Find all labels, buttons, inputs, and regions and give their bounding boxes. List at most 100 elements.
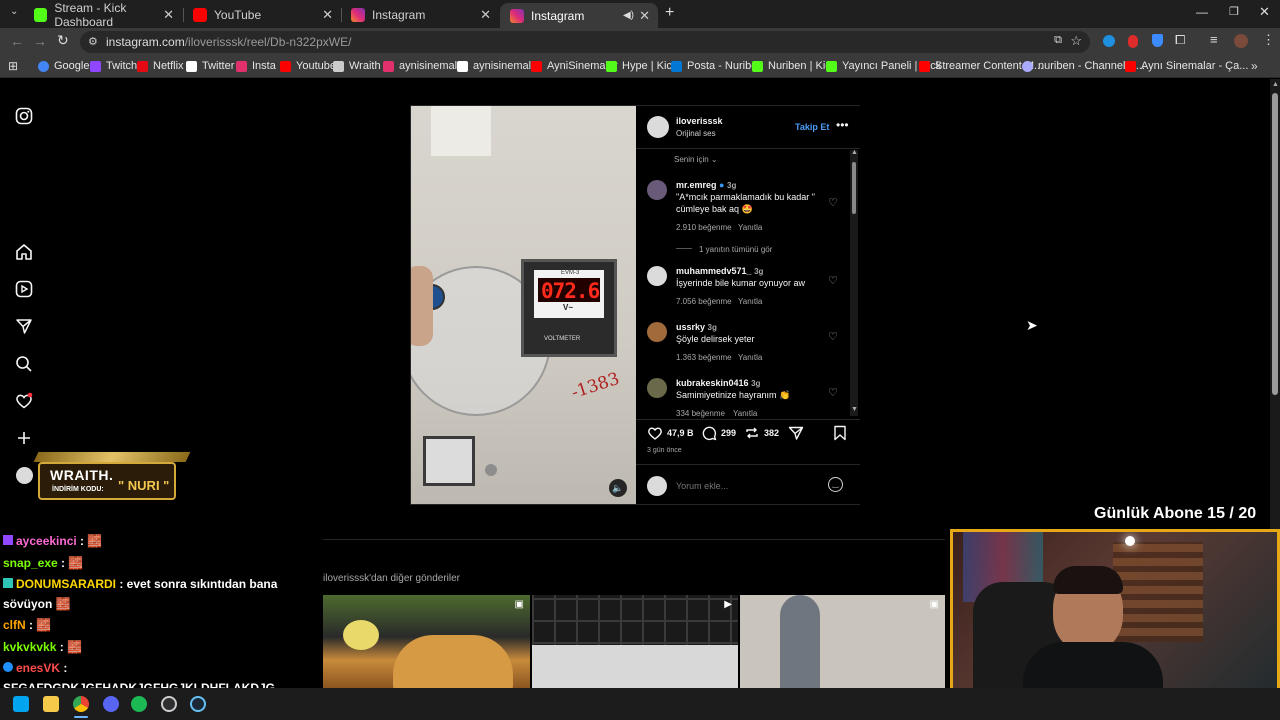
- comment-username[interactable]: kubrakeskin0416 3g: [676, 378, 760, 388]
- new-tab-icon[interactable]: +: [665, 4, 674, 22]
- close-tab-icon[interactable]: ✕: [163, 7, 174, 23]
- minimize-icon[interactable]: —: [1196, 5, 1208, 19]
- reload-icon[interactable]: ↻: [57, 32, 69, 49]
- address-bar[interactable]: ⚙ instagram.com/iloverisssk/reel/Db-n322…: [80, 31, 1090, 53]
- back-icon[interactable]: ←: [10, 33, 24, 49]
- extension-edge-icon[interactable]: [1103, 35, 1115, 47]
- steam-icon[interactable]: [190, 696, 206, 712]
- like-count[interactable]: 47,9 B: [667, 428, 694, 438]
- comments-scrollbar[interactable]: ▲ ▼: [850, 149, 858, 416]
- share-icon[interactable]: [788, 425, 804, 441]
- post-thumbnail[interactable]: ▶: [532, 595, 738, 688]
- comment-like-heart-icon[interactable]: ♡: [828, 386, 838, 399]
- commenter-avatar[interactable]: [647, 266, 667, 286]
- view-replies[interactable]: 1 yanıtın tümünü gör: [699, 245, 772, 254]
- more-options-icon[interactable]: •••: [836, 118, 849, 132]
- commenter-avatar[interactable]: [647, 322, 667, 342]
- reply-button[interactable]: Yanıtla: [733, 409, 757, 418]
- close-tab-icon[interactable]: ✕: [480, 7, 491, 23]
- more-bookmarks-icon[interactable]: »: [1251, 59, 1258, 73]
- post-thumbnail[interactable]: ▣: [323, 595, 530, 688]
- comment-username[interactable]: ussrky 3g: [676, 322, 717, 332]
- comment-username[interactable]: muhammedv571_ 3g: [676, 266, 763, 276]
- bookmark-twitch[interactable]: Twitch: [90, 60, 137, 72]
- close-tab-icon[interactable]: ✕: [639, 8, 650, 24]
- media-control-icon[interactable]: ≡: [1210, 32, 1218, 47]
- menu-icon[interactable]: ⋮: [1262, 32, 1275, 48]
- comment-input[interactable]: [676, 479, 816, 493]
- reply-button[interactable]: Yanıtla: [738, 297, 762, 306]
- comment-like-heart-icon[interactable]: ♡: [828, 274, 838, 287]
- windows-start-icon[interactable]: [13, 696, 29, 712]
- reply-button[interactable]: Yanıtla: [738, 223, 762, 232]
- reels-icon[interactable]: [15, 280, 33, 298]
- like-heart-icon[interactable]: [647, 425, 663, 441]
- scroll-up-icon[interactable]: ▲: [1272, 81, 1279, 88]
- bookmark-wraith[interactable]: Wraith: [333, 60, 381, 72]
- audio-label[interactable]: Orijinal ses: [676, 129, 716, 138]
- spotify-icon[interactable]: [131, 696, 147, 712]
- messages-icon[interactable]: [15, 317, 33, 335]
- bookmark-aynisinemalar-yt[interactable]: AyniSinemalar: [531, 60, 618, 72]
- tab-kick-dashboard[interactable]: Stream - Kick Dashboard ✕: [24, 1, 182, 29]
- maximize-icon[interactable]: ❐: [1229, 5, 1239, 18]
- bookmark-star-icon[interactable]: ☆: [1070, 33, 1082, 49]
- tab-instagram-active[interactable]: Instagram ◀) ✕: [500, 3, 658, 28]
- scroll-up-icon[interactable]: ▲: [851, 149, 858, 156]
- home-icon[interactable]: [15, 243, 33, 261]
- repost-icon[interactable]: [744, 425, 760, 441]
- comment-likes[interactable]: 1.363 beğenme: [676, 353, 732, 362]
- extension-shield-icon[interactable]: [1152, 34, 1163, 47]
- instagram-logo-icon[interactable]: [15, 107, 33, 125]
- save-bookmark-icon[interactable]: [833, 425, 847, 441]
- post-thumbnail[interactable]: ▣: [740, 595, 945, 688]
- tab-search-chevron-icon[interactable]: ⌄: [10, 6, 18, 17]
- profile-avatar[interactable]: [1234, 34, 1248, 48]
- scroll-thumb[interactable]: [852, 162, 856, 214]
- site-info-icon[interactable]: ⚙: [88, 35, 98, 48]
- reel-video[interactable]: EVM-3 072.6 V~ VOLTMETER -1383 🔈: [411, 106, 636, 504]
- comment-likes[interactable]: 334 beğenme: [676, 409, 725, 418]
- comment-likes[interactable]: 7.056 beğenme: [676, 297, 732, 306]
- discord-icon[interactable]: [103, 696, 119, 712]
- comment-sort[interactable]: Senin için ⌄: [674, 155, 718, 164]
- comment-count[interactable]: 299: [721, 428, 736, 438]
- bookmark-netflix[interactable]: Netflix: [137, 60, 184, 72]
- extension-red-icon[interactable]: [1128, 35, 1138, 48]
- scroll-down-icon[interactable]: ▼: [851, 406, 858, 413]
- mute-button[interactable]: 🔈: [609, 479, 627, 497]
- comment-likes[interactable]: 2.910 beğenme: [676, 223, 732, 232]
- bookmark-aynisinemalar-ig[interactable]: aynisinemalar: [383, 60, 467, 72]
- follow-button[interactable]: Takip Et: [795, 122, 829, 132]
- reply-button[interactable]: Yanıtla: [738, 353, 762, 362]
- close-tab-icon[interactable]: ✕: [322, 7, 333, 23]
- bookmark-google[interactable]: Google: [38, 60, 89, 72]
- chrome-icon[interactable]: [73, 696, 89, 712]
- speaker-icon[interactable]: ◀): [623, 10, 634, 21]
- bookmark-nuriben-kick[interactable]: Nuriben | Kick: [752, 60, 836, 72]
- repost-count[interactable]: 382: [764, 428, 779, 438]
- bookmark-twitter[interactable]: Twitter: [186, 60, 234, 72]
- scroll-thumb[interactable]: [1272, 93, 1278, 395]
- bookmark-posta[interactable]: Posta - Nuriben: [671, 60, 763, 72]
- install-app-icon[interactable]: ⧉: [1054, 34, 1062, 47]
- comment-like-heart-icon[interactable]: ♡: [828, 330, 838, 343]
- forward-icon[interactable]: →: [33, 33, 47, 49]
- author-username[interactable]: iloverisssk: [676, 116, 723, 126]
- author-avatar[interactable]: [647, 116, 669, 138]
- notifications-heart-icon[interactable]: [15, 392, 33, 410]
- bookmark-insta[interactable]: Insta: [236, 60, 276, 72]
- search-icon[interactable]: [15, 355, 33, 373]
- bookmark-hype-kick[interactable]: Hype | Kick: [606, 60, 677, 72]
- obs-icon[interactable]: [161, 696, 177, 712]
- emoji-icon[interactable]: ‿: [828, 477, 843, 492]
- apps-grid-icon[interactable]: ⊞: [8, 59, 18, 73]
- file-explorer-icon[interactable]: [43, 696, 59, 712]
- comment-like-heart-icon[interactable]: ♡: [828, 196, 838, 209]
- comment-bubble-icon[interactable]: [701, 425, 717, 441]
- bookmark-ayni-sinemalar[interactable]: Aynı Sinemalar - Ça...: [1125, 60, 1248, 72]
- tab-instagram-1[interactable]: Instagram ✕: [341, 4, 499, 26]
- comment-username[interactable]: mr.emreg ● 3g: [676, 180, 736, 190]
- commenter-avatar[interactable]: [647, 180, 667, 200]
- tab-youtube[interactable]: YouTube ✕: [183, 4, 341, 26]
